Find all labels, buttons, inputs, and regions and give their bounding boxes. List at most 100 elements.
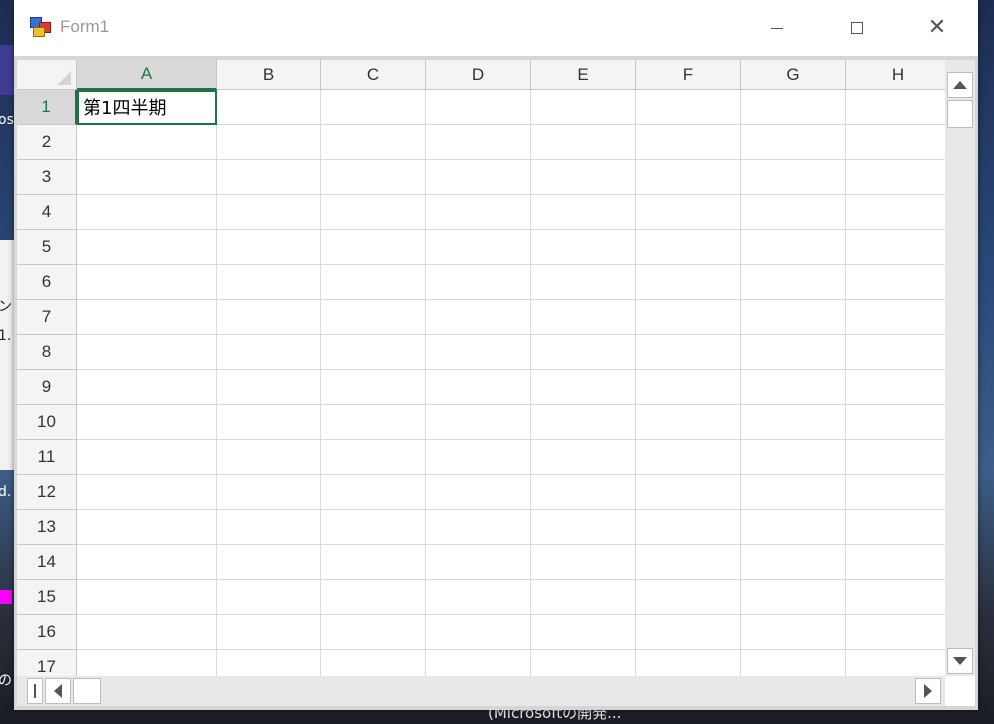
cell-h15[interactable]: [846, 580, 945, 615]
row-header-8[interactable]: 8: [17, 335, 77, 370]
cell-h7[interactable]: [846, 300, 945, 335]
cell-f11[interactable]: [636, 440, 741, 475]
row-header-12[interactable]: 12: [17, 475, 77, 510]
cell-f16[interactable]: [636, 615, 741, 650]
cell-b16[interactable]: [217, 615, 321, 650]
row-header-15[interactable]: 15: [17, 580, 77, 615]
cell-f6[interactable]: [636, 265, 741, 300]
cell-g3[interactable]: [741, 160, 846, 195]
cell-f4[interactable]: [636, 195, 741, 230]
cell-e4[interactable]: [531, 195, 636, 230]
cell-h13[interactable]: [846, 510, 945, 545]
cell-b3[interactable]: [217, 160, 321, 195]
cell-d8[interactable]: [426, 335, 531, 370]
cell-b9[interactable]: [217, 370, 321, 405]
cell-c15[interactable]: [321, 580, 426, 615]
cell-a7[interactable]: [77, 300, 217, 335]
cell-d9[interactable]: [426, 370, 531, 405]
row-header-3[interactable]: 3: [17, 160, 77, 195]
cell-d14[interactable]: [426, 545, 531, 580]
cell-c14[interactable]: [321, 545, 426, 580]
cell-g6[interactable]: [741, 265, 846, 300]
column-header-h[interactable]: H: [846, 60, 945, 90]
cell-f17[interactable]: [636, 650, 741, 676]
cell-f5[interactable]: [636, 230, 741, 265]
cell-b5[interactable]: [217, 230, 321, 265]
cell-h8[interactable]: [846, 335, 945, 370]
cell-c7[interactable]: [321, 300, 426, 335]
cell-d4[interactable]: [426, 195, 531, 230]
cell-e5[interactable]: [531, 230, 636, 265]
cell-g8[interactable]: [741, 335, 846, 370]
cell-g14[interactable]: [741, 545, 846, 580]
cell-e2[interactable]: [531, 125, 636, 160]
column-header-c[interactable]: C: [321, 60, 426, 90]
title-bar[interactable]: Form1 ✕: [14, 0, 978, 56]
cell-e15[interactable]: [531, 580, 636, 615]
cell-b4[interactable]: [217, 195, 321, 230]
column-header-f[interactable]: F: [636, 60, 741, 90]
cell-h10[interactable]: [846, 405, 945, 440]
row-header-17[interactable]: 17: [17, 650, 77, 676]
cell-b15[interactable]: [217, 580, 321, 615]
cell-c2[interactable]: [321, 125, 426, 160]
cell-h4[interactable]: [846, 195, 945, 230]
cell-b1[interactable]: [217, 90, 321, 125]
cell-g11[interactable]: [741, 440, 846, 475]
row-header-1[interactable]: 1: [17, 90, 77, 125]
cell-h3[interactable]: [846, 160, 945, 195]
row-header-16[interactable]: 16: [17, 615, 77, 650]
cell-g5[interactable]: [741, 230, 846, 265]
cell-a14[interactable]: [77, 545, 217, 580]
cell-c16[interactable]: [321, 615, 426, 650]
cell-g13[interactable]: [741, 510, 846, 545]
close-button[interactable]: ✕: [914, 10, 960, 46]
row-header-5[interactable]: 5: [17, 230, 77, 265]
vertical-scroll-thumb[interactable]: [947, 100, 973, 128]
cell-e13[interactable]: [531, 510, 636, 545]
cell-d7[interactable]: [426, 300, 531, 335]
cell-a4[interactable]: [77, 195, 217, 230]
scroll-down-button[interactable]: [947, 648, 973, 674]
cell-a8[interactable]: [77, 335, 217, 370]
horizontal-scroll-thumb[interactable]: [73, 678, 101, 704]
cell-c8[interactable]: [321, 335, 426, 370]
cell-e16[interactable]: [531, 615, 636, 650]
cell-h9[interactable]: [846, 370, 945, 405]
cell-a1[interactable]: 第1四半期: [77, 90, 217, 125]
column-header-b[interactable]: B: [217, 60, 321, 90]
cell-a16[interactable]: [77, 615, 217, 650]
cell-a2[interactable]: [77, 125, 217, 160]
cell-h5[interactable]: [846, 230, 945, 265]
row-header-4[interactable]: 4: [17, 195, 77, 230]
cell-b12[interactable]: [217, 475, 321, 510]
cell-f7[interactable]: [636, 300, 741, 335]
cell-d5[interactable]: [426, 230, 531, 265]
cell-d13[interactable]: [426, 510, 531, 545]
cell-e14[interactable]: [531, 545, 636, 580]
scroll-left-button[interactable]: [45, 678, 71, 704]
cell-g12[interactable]: [741, 475, 846, 510]
cell-f9[interactable]: [636, 370, 741, 405]
cell-e6[interactable]: [531, 265, 636, 300]
cell-h17[interactable]: [846, 650, 945, 676]
cell-f2[interactable]: [636, 125, 741, 160]
cell-f8[interactable]: [636, 335, 741, 370]
cell-c6[interactable]: [321, 265, 426, 300]
cell-c4[interactable]: [321, 195, 426, 230]
cell-a10[interactable]: [77, 405, 217, 440]
cell-f3[interactable]: [636, 160, 741, 195]
row-header-10[interactable]: 10: [17, 405, 77, 440]
row-header-2[interactable]: 2: [17, 125, 77, 160]
cell-h14[interactable]: [846, 545, 945, 580]
cell-e7[interactable]: [531, 300, 636, 335]
cell-f15[interactable]: [636, 580, 741, 615]
row-header-13[interactable]: 13: [17, 510, 77, 545]
cell-g16[interactable]: [741, 615, 846, 650]
scroll-up-button[interactable]: [947, 72, 973, 98]
cell-b14[interactable]: [217, 545, 321, 580]
cell-a6[interactable]: [77, 265, 217, 300]
cell-a15[interactable]: [77, 580, 217, 615]
cell-c3[interactable]: [321, 160, 426, 195]
cell-f13[interactable]: [636, 510, 741, 545]
